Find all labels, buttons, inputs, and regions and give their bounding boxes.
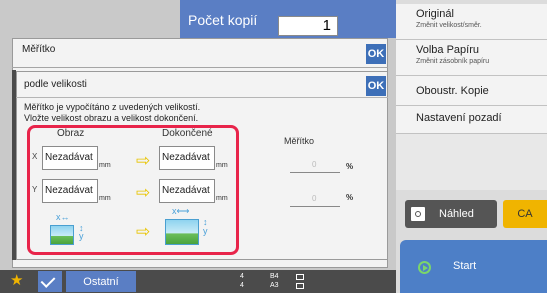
size-scale-dialog-title: podle velikosti [24,79,87,90]
image-y-unit: mm [99,195,111,202]
tray-number-1: 4 [240,273,244,280]
small-image-icon [50,225,74,245]
original-sublabel: Změnit velikost/směr. [416,22,482,29]
image-y-value: Nezadávat [45,185,93,196]
image-x-unit: mm [99,162,111,169]
scale-dialog-ok-button[interactable]: OK [366,44,386,64]
resize-y-arrow-icon: ↕ y [79,223,84,241]
image-x-field[interactable]: Nezadávat [42,146,98,170]
start-icon [418,261,431,274]
tray-size-a3: A3 [270,282,279,289]
copies-label: Počet kopií [188,12,258,28]
arrow-right-icon: ⇨ [136,151,151,170]
paper-select-label: Volba Papíru [416,44,479,56]
preview-icon [411,207,425,221]
favorite-star-icon[interactable]: ★ [10,271,23,289]
image-size-header: Obraz [55,128,87,139]
original-button[interactable]: Originál Změnit velikost/směr. [396,4,547,40]
image-y-field[interactable]: Nezadávat [42,179,98,203]
arrow-right-icon: ⇨ [136,222,151,241]
scale-x-value: 0 [312,160,317,169]
divider [12,67,388,68]
finished-y-value: Nezadávat [162,185,210,196]
tray-icon [296,283,304,289]
check-button[interactable] [38,271,62,292]
divider [16,97,388,98]
tray-icon [296,274,304,280]
description-line-1: Měřítko je vypočítáno z uvedených veliko… [24,102,201,112]
copies-input[interactable]: 1 [278,16,338,36]
resize-x-arrow-icon: x↔ [56,212,70,222]
finished-y-unit: mm [216,195,228,202]
paper-select-button[interactable]: Volba Papíru Změnit zásobník papíru [396,40,547,76]
scale-x-underline [290,172,340,173]
y-axis-label: Y [32,185,38,194]
tray-status-sizes: B4 A3 [270,272,279,290]
clear-all-button[interactable]: CA [503,200,547,228]
background-setting-button[interactable]: Nastavení pozadí [396,106,547,134]
large-image-icon [165,219,199,245]
scale-y-value: 0 [312,194,317,203]
other-button[interactable]: Ostatní [66,271,136,292]
size-scale-dialog-ok-button[interactable]: OK [366,76,386,96]
resize-y-arrow-icon: ↕ y [203,217,208,236]
original-label: Originál [416,8,454,20]
tray-size-b4: B4 [270,273,279,280]
finished-x-value: Nezadávat [162,152,210,163]
scale-dialog-title: Měřítko [22,44,56,55]
duplex-copy-button[interactable]: Oboustr. Kopie [396,76,547,106]
finished-x-unit: mm [216,162,228,169]
x-axis-label: X [32,152,38,161]
resize-x-arrow-icon: x⟷ [172,206,190,216]
duplex-copy-label: Oboustr. Kopie [416,85,489,97]
paper-select-sublabel: Změnit zásobník papíru [416,58,490,65]
arrow-right-icon: ⇨ [136,183,151,202]
scale-y-underline [290,206,340,207]
scale-label: Měřítko [284,136,315,146]
image-x-value: Nezadávat [45,152,93,163]
tray-number-2: 4 [240,282,244,289]
scale-y-percent: % [346,193,354,202]
finished-size-header: Dokončené [160,128,215,139]
right-panel-empty-area [396,134,547,190]
finished-y-field[interactable]: Nezadávat [159,179,215,203]
background-setting-label: Nastavení pozadí [416,112,502,124]
tray-status-numbers: 4 4 [240,272,244,290]
finished-x-field[interactable]: Nezadávat [159,146,215,170]
description-line-2: Vložte velikost obrazu a velikost dokonč… [24,113,199,123]
scale-x-percent: % [346,162,354,171]
